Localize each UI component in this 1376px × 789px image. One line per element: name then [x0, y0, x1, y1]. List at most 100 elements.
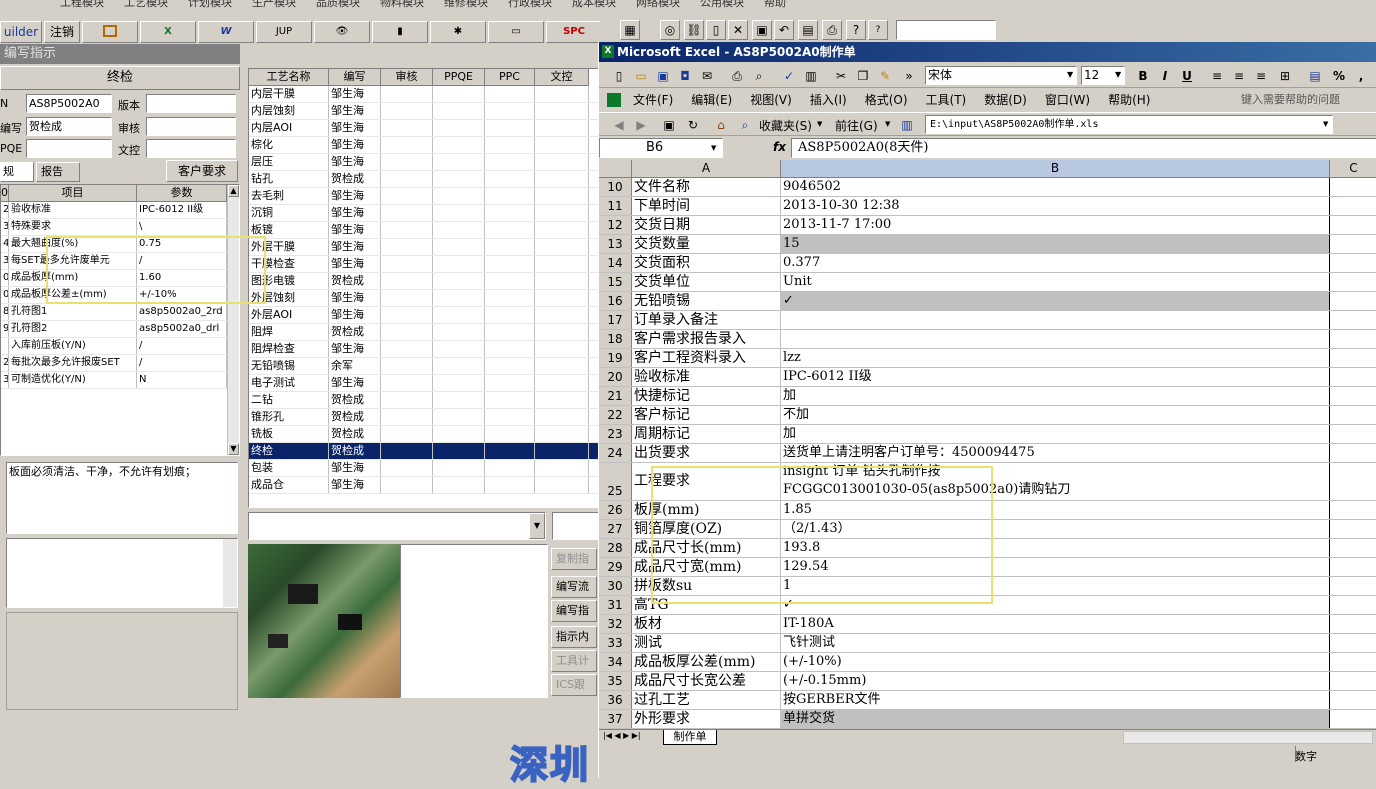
sheet-row[interactable]: 15 交货单位 Unit: [599, 273, 1376, 292]
row-number[interactable]: 13: [599, 235, 632, 253]
cell-b[interactable]: 加: [781, 387, 1330, 405]
address-dropdown-icon[interactable]: ▼: [1323, 120, 1328, 128]
close-icon[interactable]: ✕: [728, 20, 748, 40]
cell-b[interactable]: 9046502: [781, 178, 1330, 196]
main-menu-item[interactable]: 维修模块: [444, 0, 488, 8]
cell-b[interactable]: (+/-10%): [781, 653, 1330, 671]
process-row[interactable]: 沉铜 邹生海: [249, 205, 599, 222]
cell-a[interactable]: 成品板厚公差(mm): [632, 653, 781, 671]
cell-a[interactable]: 快捷标记: [632, 387, 781, 405]
copy-icon[interactable]: ❐: [853, 66, 873, 86]
cell-b[interactable]: 2013-10-30 12:38: [781, 197, 1330, 215]
main-menu-item[interactable]: 工程模块: [60, 0, 104, 8]
side-combo[interactable]: [552, 512, 600, 540]
row-number[interactable]: 15: [599, 273, 632, 291]
param-row[interactable]: 2 每批次最多允许报废SET /: [1, 355, 239, 372]
cell-c[interactable]: [1330, 349, 1376, 367]
calendar-icon[interactable]: ▦: [620, 20, 640, 40]
side-button[interactable]: 指示内: [551, 626, 597, 648]
refresh-icon[interactable]: ↻: [683, 115, 703, 135]
help-icon[interactable]: ?: [846, 20, 866, 40]
open-icon[interactable]: ▭: [631, 66, 651, 86]
sheet-row[interactable]: 14 交货面积 0.377: [599, 254, 1376, 273]
cell-c[interactable]: [1330, 691, 1376, 709]
notes-box[interactable]: 板面必须清洁、干净，不允许有划痕；: [6, 462, 238, 534]
cell-c[interactable]: [1330, 615, 1376, 633]
sheet-row[interactable]: 32 板材 IT-180A: [599, 615, 1376, 634]
process-row[interactable]: 钻孔 贺检成: [249, 171, 599, 188]
permission-icon[interactable]: ◘: [675, 66, 695, 86]
cell-b[interactable]: 0.377: [781, 254, 1330, 272]
underline-icon[interactable]: U: [1177, 66, 1197, 86]
row-number[interactable]: 11: [599, 197, 632, 215]
preview-icon[interactable]: ⌕: [749, 66, 769, 86]
tools-icon[interactable]: ✱: [430, 21, 486, 43]
side-button[interactable]: 复制指: [551, 548, 597, 570]
cell-a[interactable]: 交货数量: [632, 235, 781, 253]
excel-menu-item[interactable]: 文件(F): [633, 93, 673, 107]
side-button[interactable]: 编写流: [551, 576, 597, 598]
main-menu-item[interactable]: 生产模块: [252, 0, 296, 8]
italic-icon[interactable]: I: [1155, 66, 1175, 86]
search-icon[interactable]: ⌕: [735, 115, 755, 135]
name-box[interactable]: B6: [599, 138, 723, 158]
cell-b[interactable]: ✓: [781, 292, 1330, 310]
jup-button[interactable]: JUP: [256, 21, 312, 43]
process-row[interactable]: 外层蚀刻 邹生海: [249, 290, 599, 307]
cell-a[interactable]: 成品尺寸长宽公差: [632, 672, 781, 690]
cell-b[interactable]: 单拼交货: [781, 710, 1330, 728]
process-row[interactable]: 阻焊检查 邹生海: [249, 341, 599, 358]
row-number[interactable]: 21: [599, 387, 632, 405]
process-row[interactable]: 锥形孔 贺检成: [249, 409, 599, 426]
row-number[interactable]: 26: [599, 501, 632, 519]
row-number[interactable]: 35: [599, 672, 632, 690]
row-number[interactable]: 32: [599, 615, 632, 633]
pn-field[interactable]: AS8P5002A0: [26, 94, 112, 113]
row-number[interactable]: 25: [599, 463, 632, 500]
side-button[interactable]: ICS跟: [551, 674, 597, 696]
process-combo[interactable]: ▼: [248, 512, 546, 540]
report-icon[interactable]: [82, 21, 138, 43]
main-menu-item[interactable]: 网络模块: [636, 0, 680, 8]
sheet-row[interactable]: 13 交货数量 15: [599, 235, 1376, 254]
process-row[interactable]: 电子测试 邹生海: [249, 375, 599, 392]
merge-icon[interactable]: ⊞: [1275, 66, 1295, 86]
process-row[interactable]: 层压 邹生海: [249, 154, 599, 171]
cell-a[interactable]: 周期标记: [632, 425, 781, 443]
cell-c[interactable]: [1330, 520, 1376, 538]
sheet-row[interactable]: 16 无铅喷锡 ✓: [599, 292, 1376, 311]
row-number[interactable]: 14: [599, 254, 632, 272]
main-menu-item[interactable]: 计划模块: [188, 0, 232, 8]
cell-c[interactable]: [1330, 178, 1376, 196]
print-icon[interactable]: ⎙: [727, 66, 747, 86]
excel-menu-item[interactable]: 窗口(W): [1045, 93, 1090, 107]
sheet-row[interactable]: 23 周期标记加: [599, 425, 1376, 444]
excel-icon[interactable]: X: [140, 21, 196, 43]
row-number[interactable]: 30: [599, 577, 632, 595]
process-row[interactable]: 内层AOI 邹生海: [249, 120, 599, 137]
sheet-row[interactable]: 36 过孔工艺 按GERBER文件: [599, 691, 1376, 710]
save-icon[interactable]: ▣: [653, 66, 673, 86]
process-row[interactable]: 无铅喷锡 余军: [249, 358, 599, 375]
address-field[interactable]: E:\input\AS8P5002A0制作单.xls: [925, 115, 1333, 134]
main-menu-item[interactable]: 公用模块: [700, 0, 744, 8]
param-row[interactable]: 入库前压板(Y/N) /: [1, 338, 239, 355]
sheet-tab[interactable]: 制作单: [663, 730, 717, 745]
cell-b[interactable]: 15: [781, 235, 1330, 253]
forward-icon[interactable]: ▶: [631, 115, 651, 135]
row-number[interactable]: 18: [599, 330, 632, 348]
font-select[interactable]: 宋体: [925, 66, 1077, 85]
process-row[interactable]: 外层AOI 邹生海: [249, 307, 599, 324]
cell-b[interactable]: Unit: [781, 273, 1330, 291]
param-row[interactable]: 9 孔符图2 as8p5002a0_drl: [1, 321, 239, 338]
toolbar-options-icon[interactable]: »: [899, 66, 919, 86]
sheet-row[interactable]: 12 交货日期 2013-11-7 17:00: [599, 216, 1376, 235]
cell-a[interactable]: 外形要求: [632, 710, 781, 728]
main-menu-item[interactable]: 帮助: [764, 0, 786, 8]
cell-a[interactable]: 客户需求报告录入: [632, 330, 781, 348]
mail-icon[interactable]: ✉: [697, 66, 717, 86]
excel-menu-item[interactable]: 编辑(E): [691, 93, 732, 107]
process-row[interactable]: 内层蚀刻 邹生海: [249, 103, 599, 120]
cell-c[interactable]: [1330, 501, 1376, 519]
row-number[interactable]: 22: [599, 406, 632, 424]
